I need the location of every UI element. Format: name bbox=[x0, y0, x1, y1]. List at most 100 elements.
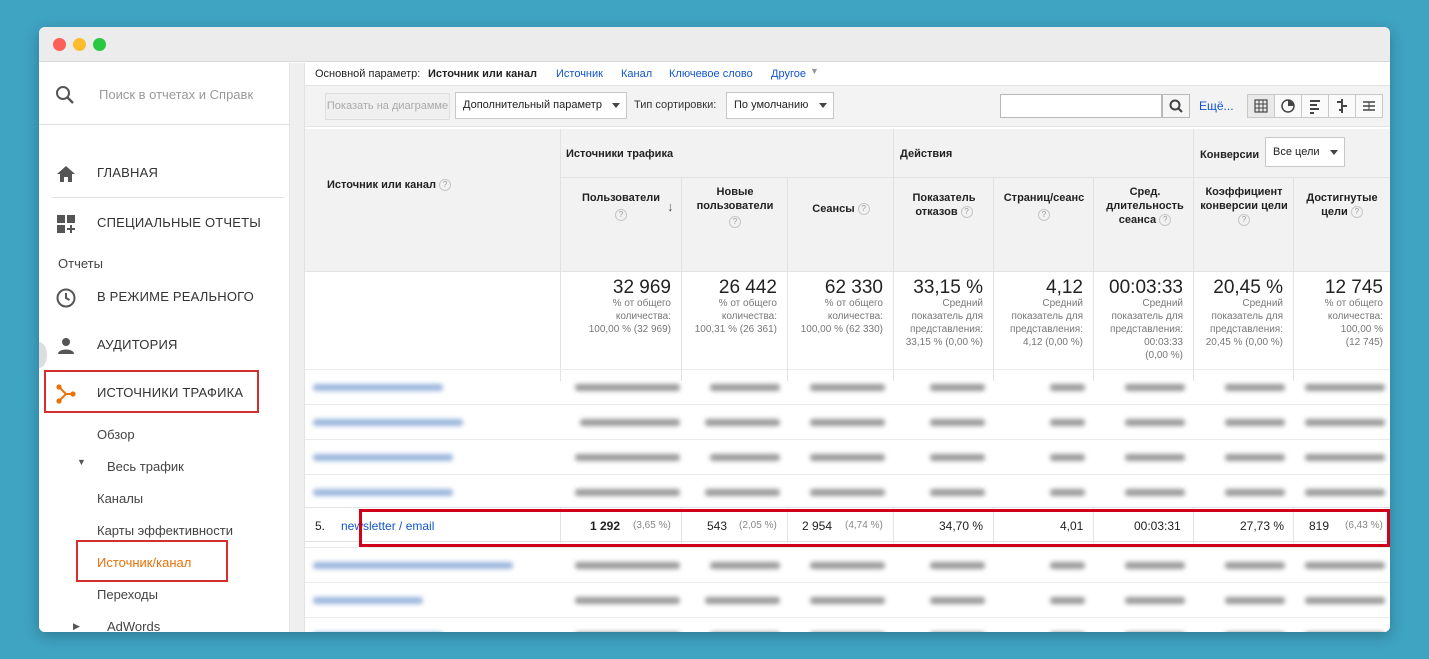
column-header-duration[interactable]: Сред. длительность сеанса ? bbox=[1101, 185, 1189, 227]
redacted-cell bbox=[575, 454, 680, 461]
browser-window: Поиск в отчетах и Справк ГЛАВНАЯ СПЕЦИАЛ… bbox=[39, 27, 1390, 632]
table-row[interactable] bbox=[305, 474, 1390, 509]
performance-view-icon[interactable] bbox=[1301, 94, 1329, 118]
column-header-bounce[interactable]: Показатель отказов ? bbox=[897, 191, 991, 219]
redacted-cell bbox=[313, 419, 463, 426]
sort-type-value: По умолчанию bbox=[734, 99, 808, 111]
redacted-cell bbox=[1050, 562, 1085, 569]
table-row[interactable] bbox=[305, 439, 1390, 474]
table-view-icon[interactable] bbox=[1247, 94, 1275, 118]
column-header-sessions[interactable]: Сеансы ? bbox=[791, 202, 891, 216]
help-icon[interactable]: ? bbox=[615, 209, 627, 221]
sidebar-sub-all-traffic[interactable]: Весь трафик bbox=[107, 459, 184, 474]
row-highlight-box bbox=[359, 509, 1390, 547]
sidebar-scrollbar[interactable] bbox=[289, 63, 305, 632]
sort-type-label: Тип сортировки: bbox=[634, 99, 716, 111]
sidebar-search[interactable]: Поиск в отчетах и Справк bbox=[39, 63, 289, 125]
sidebar-sub-channels[interactable]: Каналы bbox=[97, 491, 143, 506]
redacted-cell bbox=[810, 489, 885, 496]
summary-new-users: 26 442 bbox=[685, 277, 777, 299]
search-input[interactable]: Поиск в отчетах и Справк bbox=[99, 87, 279, 102]
redacted-cell bbox=[705, 419, 780, 426]
column-header-goals[interactable]: Достигнутые цели ? bbox=[1297, 191, 1387, 219]
redacted-cell bbox=[930, 562, 985, 569]
comparison-view-icon[interactable] bbox=[1328, 94, 1356, 118]
table-row[interactable] bbox=[305, 404, 1390, 439]
table-row[interactable] bbox=[305, 582, 1390, 617]
pivot-view-icon[interactable] bbox=[1355, 94, 1383, 118]
summary-pages-sub: Средний показатель для представления: 4,… bbox=[993, 297, 1083, 349]
redacted-cell bbox=[575, 562, 680, 569]
column-header-new-users[interactable]: Новые пользователи? bbox=[685, 185, 785, 228]
help-icon[interactable]: ? bbox=[1038, 209, 1050, 221]
table-row[interactable] bbox=[305, 369, 1390, 404]
grid-line bbox=[560, 177, 1390, 178]
table-search-button[interactable] bbox=[1162, 94, 1190, 118]
expand-right-icon[interactable]: ▶ bbox=[73, 621, 80, 632]
column-header-text: Пользователи bbox=[582, 192, 660, 204]
summary-users-sub: % от общего количества: 100,00 % (32 969… bbox=[567, 297, 671, 336]
goal-select[interactable]: Все цели bbox=[1265, 137, 1345, 167]
help-icon[interactable]: ? bbox=[961, 206, 973, 218]
dimension-option-keyword[interactable]: Ключевое слово bbox=[669, 68, 753, 80]
help-icon[interactable]: ? bbox=[1351, 206, 1363, 218]
group-header-conversions: Конверсии bbox=[1200, 148, 1259, 162]
sidebar-sub-overview[interactable]: Обзор bbox=[97, 427, 135, 442]
sort-arrow-down-icon[interactable]: ↓ bbox=[667, 199, 674, 214]
redacted-cell bbox=[1225, 562, 1285, 569]
expand-down-icon[interactable]: ▼ bbox=[77, 457, 86, 467]
help-icon[interactable]: ? bbox=[1159, 214, 1171, 226]
redacted-cell bbox=[930, 489, 985, 496]
dimension-option-other[interactable]: Другое bbox=[771, 68, 806, 80]
more-options-link[interactable]: Ещё... bbox=[1199, 99, 1234, 113]
maximize-window-button[interactable] bbox=[93, 38, 106, 51]
help-icon[interactable]: ? bbox=[858, 203, 870, 215]
dimension-option-medium[interactable]: Канал bbox=[621, 68, 652, 80]
help-icon[interactable]: ? bbox=[1238, 214, 1250, 226]
primary-dimension-row: Основной параметр: Источник или канал Ис… bbox=[305, 63, 1390, 83]
view-switcher bbox=[1247, 94, 1382, 118]
sort-type-select[interactable]: По умолчанию bbox=[726, 92, 834, 119]
table-search-input[interactable] bbox=[1000, 94, 1162, 118]
home-icon bbox=[55, 163, 77, 185]
redacted-cell bbox=[1050, 597, 1085, 604]
redacted-cell bbox=[810, 384, 885, 391]
minimize-window-button[interactable] bbox=[73, 38, 86, 51]
group-header-acquisition: Источники трафика bbox=[566, 147, 673, 161]
sidebar-item-home[interactable]: ГЛАВНАЯ bbox=[39, 149, 289, 197]
pie-view-icon[interactable] bbox=[1274, 94, 1302, 118]
help-icon[interactable]: ? bbox=[729, 216, 741, 228]
search-icon bbox=[55, 85, 75, 105]
summary-goals: 12 745 bbox=[1297, 277, 1383, 299]
sidebar-item-custom-reports[interactable]: СПЕЦИАЛЬНЫЕ ОТЧЕТЫ bbox=[39, 199, 289, 247]
summary-pages: 4,12 bbox=[997, 277, 1083, 299]
column-header-pages[interactable]: Страниц/сеанс? bbox=[997, 191, 1091, 221]
sidebar-sub-adwords[interactable]: AdWords bbox=[107, 619, 160, 632]
close-window-button[interactable] bbox=[53, 38, 66, 51]
redacted-cell bbox=[1225, 419, 1285, 426]
primary-dimension-label: Основной параметр: bbox=[315, 68, 420, 80]
dimension-option-source[interactable]: Источник bbox=[556, 68, 603, 80]
sidebar-item-realtime[interactable]: В РЕЖИМЕ РЕАЛЬНОГО bbox=[39, 273, 289, 321]
sidebar-sub-referrals[interactable]: Переходы bbox=[97, 587, 158, 602]
redacted-cell bbox=[1225, 489, 1285, 496]
redacted-cell bbox=[575, 489, 680, 496]
grid-line bbox=[560, 129, 561, 381]
column-header-conv-rate[interactable]: Коэффициент конверсии цели ? bbox=[1197, 185, 1291, 227]
secondary-dimension-select[interactable]: Дополнительный параметр bbox=[455, 92, 627, 119]
sidebar-sub-treemaps[interactable]: Карты эффективности bbox=[97, 523, 233, 538]
sidebar-item-audience[interactable]: АУДИТОРИЯ bbox=[39, 321, 289, 369]
summary-sessions: 62 330 bbox=[791, 277, 883, 299]
dimension-column-header[interactable]: Источник или канал ? bbox=[327, 178, 451, 192]
summary-new-users-sub: % от общего количества: 100,31 % (26 361… bbox=[677, 297, 777, 336]
plot-rows-button[interactable]: Показать на диаграмме bbox=[325, 93, 450, 120]
summary-sessions-sub: % от общего количества: 100,00 % (62 330… bbox=[783, 297, 883, 336]
table-row[interactable] bbox=[305, 547, 1390, 582]
table-row[interactable] bbox=[305, 617, 1390, 632]
column-header-users[interactable]: Пользователи? bbox=[565, 191, 677, 221]
help-icon[interactable]: ? bbox=[439, 179, 451, 191]
redacted-cell bbox=[313, 454, 453, 461]
redacted-cell bbox=[313, 489, 453, 496]
redacted-cell bbox=[1125, 454, 1185, 461]
chevron-down-icon[interactable]: ▼ bbox=[810, 66, 819, 76]
